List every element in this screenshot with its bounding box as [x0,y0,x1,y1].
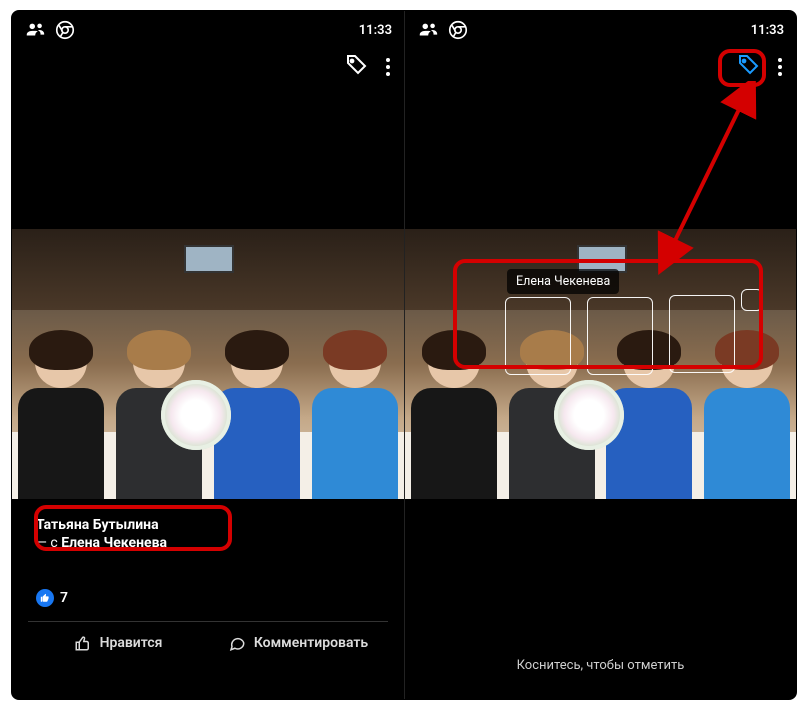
chrome-status-icon [447,19,469,41]
actions-bar: Нравится Комментировать [28,621,388,664]
annotation-tag-highlight [718,49,766,87]
like-count: 7 [60,590,68,606]
comment-button[interactable]: Комментировать [208,622,388,664]
photo-image[interactable] [12,229,404,499]
clock-label: 11:33 [359,23,392,38]
status-bar: 11:33 [12,11,404,45]
chrome-status-icon [54,19,76,41]
photo-toolbar [12,45,404,89]
like-button-label: Нравится [100,635,163,651]
profile-status-icon [24,19,46,41]
more-icon[interactable] [382,54,394,80]
reactions-row[interactable]: 7 [36,589,380,607]
clock-label: 11:33 [751,23,784,38]
date-line [36,557,380,571]
more-icon[interactable] [774,54,786,80]
comment-button-label: Комментировать [254,635,368,651]
left-phone-screen: 11:33 Татьяна Бутылина [12,11,404,699]
right-phone-screen: 11:33 Елена Чекенева [404,11,796,699]
tap-to-tag-hint: Коснитесь, чтобы отметить [405,658,796,699]
annotation-faces-highlight [453,259,763,369]
status-bar: 11:33 [405,11,796,45]
annotation-author-highlight [34,505,232,551]
like-filled-icon [36,589,54,607]
photo-container [12,229,404,499]
profile-status-icon [417,19,439,41]
tag-icon[interactable] [344,53,368,81]
like-button[interactable]: Нравится [28,622,208,664]
